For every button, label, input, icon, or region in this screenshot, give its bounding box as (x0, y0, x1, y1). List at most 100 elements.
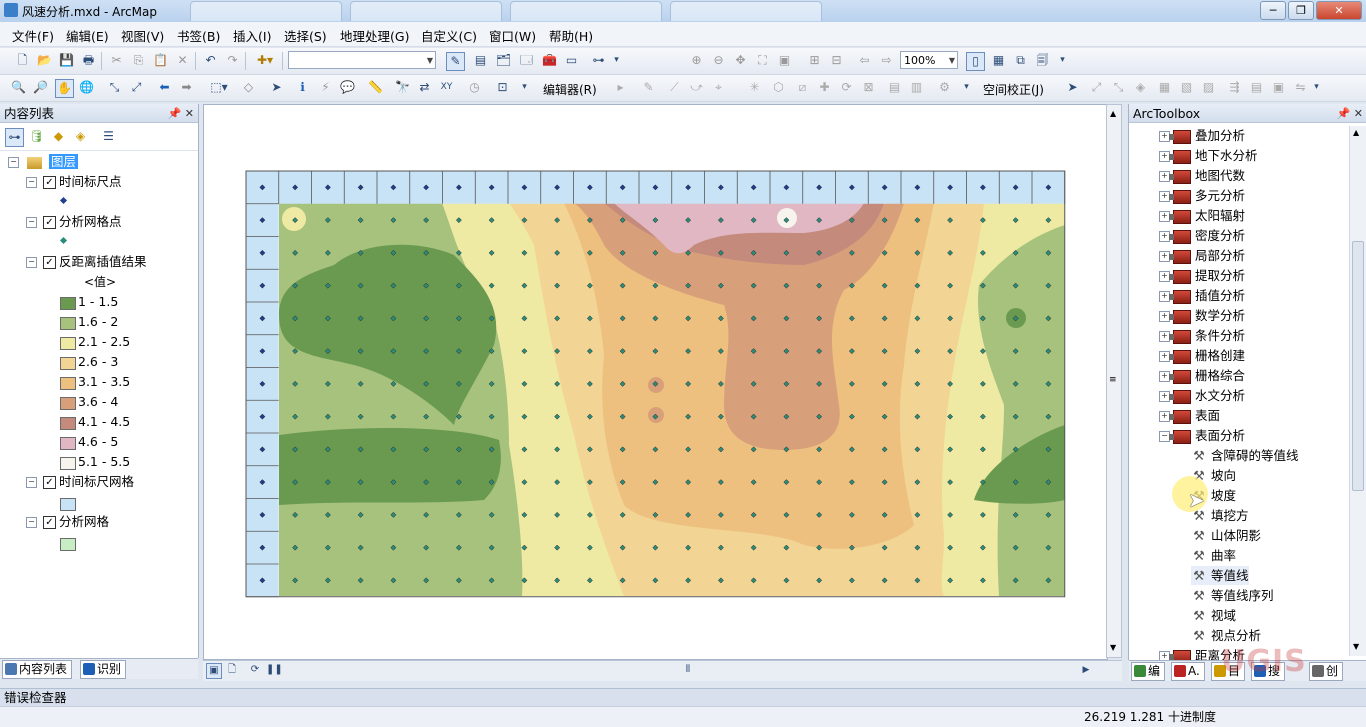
layer-visibility-checkbox[interactable]: ✓ (43, 476, 56, 489)
scroll-thumb[interactable] (1352, 241, 1364, 491)
modelbuilder-icon[interactable]: ⊶ (590, 52, 607, 69)
layer-visibility-checkbox[interactable]: ✓ (43, 256, 56, 269)
menu-insert[interactable]: 插入(I) (233, 26, 271, 45)
close-button[interactable]: ✕ (1316, 1, 1362, 20)
panel-pin-close-icons[interactable]: 📌 ✕ (1337, 104, 1363, 123)
toc-options-icon[interactable]: ☰ (100, 128, 117, 145)
layer-row[interactable]: − ✓ 时间标尺点 (26, 173, 122, 191)
new-displacement-link-icon[interactable]: ⤢ (1088, 79, 1105, 96)
toolbar-options-icon[interactable]: ▾ (516, 79, 533, 96)
arctoolbox-icon[interactable]: 🧰 (541, 52, 558, 69)
scroll-up-icon[interactable]: ▲ (1353, 128, 1359, 137)
toolset-item[interactable]: + 条件分析 (1159, 326, 1245, 345)
sketch-properties-icon[interactable]: ▤ (886, 79, 903, 96)
menu-file[interactable]: 文件(F) (12, 26, 54, 45)
search-window-icon[interactable]: 🗔 (518, 52, 535, 69)
horizontal-scroll-grip-icon[interactable]: ⦀ (681, 663, 695, 677)
layers-root[interactable]: − 图层 (8, 153, 78, 171)
catalog-icon[interactable]: 🗂 (495, 52, 512, 69)
editor-options-icon[interactable]: ⚙ (936, 79, 953, 96)
clear-limited-adjustment-icon[interactable]: ▨ (1200, 79, 1217, 96)
collapse-icon[interactable]: − (26, 477, 37, 488)
layer-row[interactable]: − ✓ 分析网格 (26, 513, 109, 531)
tab-arctoolbox[interactable]: A. (1171, 662, 1205, 681)
add-data-icon[interactable]: ✚▾ (252, 52, 278, 69)
delete-icon[interactable]: ✕ (174, 52, 191, 69)
change-layout-icon[interactable]: ⧉ (1012, 52, 1029, 69)
table-of-contents-icon[interactable]: ▤ (472, 52, 489, 69)
new-document-icon[interactable]: 🗋 (14, 52, 31, 69)
list-by-selection-icon[interactable]: ◈ (72, 128, 89, 145)
menu-view[interactable]: 视图(V) (121, 26, 164, 45)
hyperlink-icon[interactable]: ⚡ (317, 79, 334, 96)
toolbar-options-icon[interactable]: ▾ (1308, 79, 1325, 96)
pan-icon[interactable]: ✋ (55, 79, 74, 98)
toolset-item[interactable]: + 水文分析 (1159, 386, 1245, 405)
redo-icon[interactable]: ↷ (224, 52, 241, 69)
cut-icon[interactable]: ✂ (108, 52, 125, 69)
new-limited-adjustment-icon[interactable]: ▧ (1178, 79, 1195, 96)
time-slider-icon[interactable]: ◷ (466, 79, 483, 96)
clear-selection-icon[interactable]: ◇ (240, 79, 257, 96)
reshape-icon[interactable]: ⬡ (770, 79, 787, 96)
menu-edit[interactable]: 编辑(E) (66, 26, 109, 45)
scroll-right-icon[interactable]: ▶ (1079, 663, 1093, 677)
collapse-icon[interactable]: − (26, 177, 37, 188)
layout-pan-icon[interactable]: ✥ (732, 52, 749, 69)
python-window-icon[interactable]: ▭ (563, 52, 580, 69)
back-extent-icon[interactable]: ⬅ (156, 79, 173, 96)
scroll-grip-icon[interactable]: ≡ (1109, 375, 1119, 385)
menu-bookmarks[interactable]: 书签(B) (177, 26, 220, 45)
toolset-item[interactable]: + 数学分析 (1159, 306, 1245, 325)
collapse-icon[interactable]: − (26, 257, 37, 268)
zoom-100-icon[interactable]: ▣ (776, 52, 793, 69)
list-by-visibility-icon[interactable]: ◆ (50, 128, 67, 145)
toolset-item-expanded[interactable]: − 表面分析 (1159, 426, 1245, 445)
toolset-item[interactable]: + 太阳辐射 (1159, 206, 1245, 225)
rotate-icon[interactable]: ⟳ (838, 79, 855, 96)
layer-row[interactable]: − ✓ 时间标尺网格 (26, 473, 134, 491)
layout-view-icon[interactable]: 🗋 (225, 663, 239, 677)
select-elements-icon[interactable]: ➤ (268, 79, 285, 96)
edit-vertices-icon[interactable]: ✳ (746, 79, 763, 96)
editor-menu[interactable]: 编辑器(R) (543, 81, 597, 98)
list-by-source-icon[interactable]: 🛢 (28, 128, 45, 145)
go-to-xy-icon[interactable]: XY (438, 79, 455, 96)
copy-icon[interactable]: ⎘ (130, 52, 147, 69)
split-icon[interactable]: ✚ (816, 79, 833, 96)
select-elements-icon[interactable]: ➤ (1064, 79, 1081, 96)
go-forward-extent-icon[interactable]: ⇨ (878, 52, 895, 69)
attributes-icon[interactable]: ⊠ (860, 79, 877, 96)
layout-zoom-combo[interactable]: 100% ▼ (900, 51, 958, 69)
go-back-extent-icon[interactable]: ⇦ (856, 52, 873, 69)
layer-visibility-checkbox[interactable]: ✓ (43, 176, 56, 189)
layout-zoom-in-icon[interactable]: ⊕ (688, 52, 705, 69)
create-features-icon[interactable]: ▥ (908, 79, 925, 96)
layer-row[interactable]: − ✓ 反距离插值结果 (26, 253, 147, 271)
toolbar-options-icon[interactable]: ▾ (1054, 52, 1071, 69)
print-icon[interactable]: 🖶 (80, 52, 97, 69)
layer-row[interactable]: − ✓ 分析网格点 (26, 213, 122, 231)
point-icon[interactable]: ⌖ (710, 79, 727, 96)
zoom-whole-page-icon[interactable]: ⛶ (754, 52, 771, 69)
layer-visibility-checkbox[interactable]: ✓ (43, 216, 56, 229)
error-inspector-bar[interactable]: 错误检查器 (0, 688, 1366, 706)
toolset-item[interactable]: + 多元分析 (1159, 186, 1245, 205)
tab-toc[interactable]: 内容列表 (2, 660, 73, 679)
fixed-zoom-out-icon[interactable]: ⊟ (828, 52, 845, 69)
forward-extent-icon[interactable]: ➡ (178, 79, 195, 96)
restore-button[interactable]: ❐ (1288, 1, 1314, 20)
list-by-drawing-order-icon[interactable]: ⊶ (5, 128, 24, 147)
cut-polygons-icon[interactable]: ⧄ (794, 79, 811, 96)
edit-annotation-icon[interactable]: ✎ (640, 79, 657, 96)
new-identity-link-icon[interactable]: ▦ (1156, 79, 1173, 96)
open-icon[interactable]: 📂 (36, 52, 53, 69)
collapse-icon[interactable]: − (26, 517, 37, 528)
tab-editor[interactable]: 编 (1131, 662, 1166, 681)
toolset-item[interactable]: + 栅格综合 (1159, 366, 1245, 385)
menu-help[interactable]: 帮助(H) (549, 26, 593, 45)
toggle-draft-mode-icon[interactable]: ▯ (966, 52, 985, 71)
toolset-item[interactable]: + 地下水分析 (1159, 146, 1258, 165)
menu-geoprocessing[interactable]: 地理处理(G) (340, 26, 409, 45)
toolset-item[interactable]: + 提取分析 (1159, 266, 1245, 285)
